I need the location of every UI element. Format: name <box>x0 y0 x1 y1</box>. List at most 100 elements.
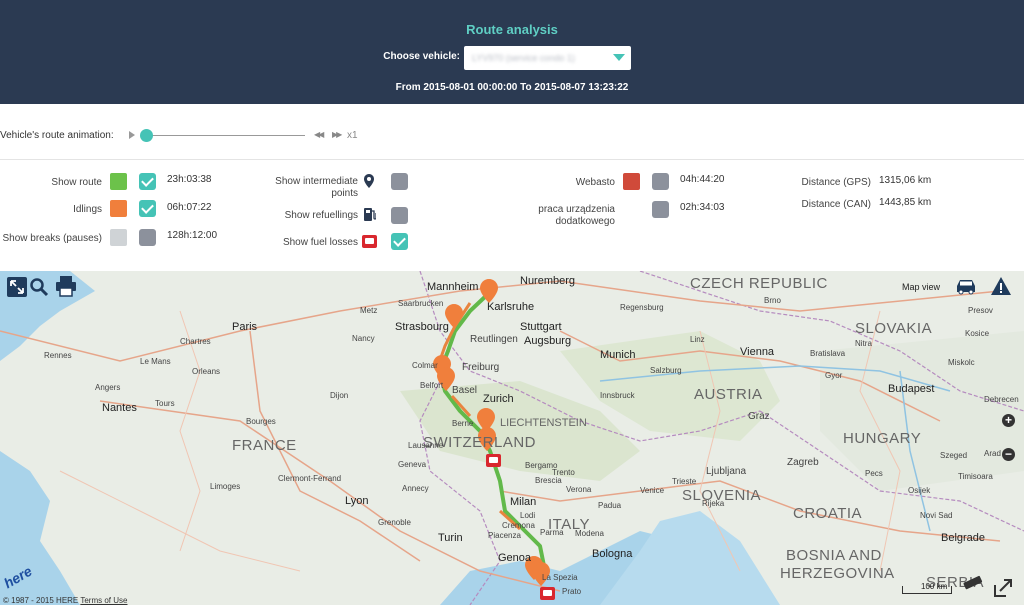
intermediate-points-label: Show intermediate points <box>250 176 358 200</box>
idling-marker[interactable] <box>480 279 498 303</box>
map-label-city: Nitra <box>855 339 872 348</box>
map-label-city: Saarbrucken <box>398 299 444 308</box>
zoom-in-icon[interactable]: + <box>1002 414 1015 427</box>
zoom-out-icon[interactable]: − <box>1002 448 1015 461</box>
map-label-city: Reutlingen <box>470 334 518 345</box>
map-label-country: AUSTRIA <box>694 386 763 403</box>
map-label-city: Piacenza <box>488 531 521 540</box>
map-label-city: Cremona <box>502 521 535 530</box>
map-label-city: Turin <box>438 532 463 544</box>
map-label-city: Pecs <box>865 469 883 478</box>
fuel-pump-icon <box>364 208 376 221</box>
map-label-city: Grenoble <box>378 518 411 527</box>
aux-device-checkbox[interactable] <box>652 201 669 218</box>
map-label-city: Annecy <box>402 484 429 493</box>
fuel-losses-checkbox[interactable] <box>391 233 408 250</box>
map-label-city: Linz <box>690 335 705 344</box>
route-color-swatch <box>110 173 127 190</box>
intermediate-points-checkbox[interactable] <box>391 173 408 190</box>
vehicle-icon[interactable] <box>955 277 977 295</box>
map-label-city: Tours <box>155 399 175 408</box>
play-icon[interactable] <box>129 131 135 139</box>
vehicle-label: Choose vehicle: <box>383 51 460 62</box>
search-icon[interactable] <box>29 277 49 297</box>
map-label-city: Padua <box>598 501 622 510</box>
map-label-city: Modena <box>575 529 604 538</box>
rewind-icon[interactable]: ◀◀ <box>314 130 324 139</box>
map-label-city: Nuremberg <box>520 275 576 287</box>
show-route-checkbox[interactable] <box>139 173 156 190</box>
webasto-duration: 04h:44:20 <box>680 174 725 185</box>
fullscreen-icon[interactable] <box>7 277 27 297</box>
vehicle-select-value: LYV970 (service condo 1) <box>472 53 575 63</box>
expand-icon[interactable] <box>992 577 1014 599</box>
animation-slider-handle[interactable] <box>140 129 153 142</box>
animation-slider-track[interactable] <box>146 135 305 136</box>
map-label-city: Debrecen <box>984 395 1019 404</box>
map-label-city: Angers <box>95 383 121 392</box>
aux-device-duration: 02h:34:03 <box>680 202 725 213</box>
webasto-label: Webasto <box>575 177 615 188</box>
map-label-city: Salzburg <box>650 366 682 375</box>
breaks-checkbox[interactable] <box>139 229 156 246</box>
map-label-city: Munich <box>600 349 636 361</box>
map-label-city: Graz <box>748 411 770 422</box>
map-view-label[interactable]: Map view <box>902 282 940 292</box>
idlings-label: Idlings <box>73 204 102 215</box>
map-label-city: Lyon <box>345 495 369 507</box>
map-label-city: Budapest <box>888 383 935 395</box>
idlings-duration: 06h:07:22 <box>167 202 212 213</box>
map-scale-label: 100 km <box>921 582 948 591</box>
fast-forward-icon[interactable]: ▶▶ <box>332 130 342 139</box>
aux-device-label-line1: praca urządzenia <box>538 204 615 215</box>
map-label-city: Chartres <box>180 337 211 346</box>
intermediate-points-label-line2: points <box>331 188 358 199</box>
map-label-city: Zagreb <box>787 457 819 468</box>
fuel-loss-marker[interactable] <box>540 587 555 600</box>
map-label-city: Osijek <box>908 486 931 495</box>
page-title: Route analysis <box>466 22 558 37</box>
distance-can-value: 1443,85 km <box>879 197 932 208</box>
map-label-city: La Spezia <box>542 573 578 582</box>
map-label-city: Brescia <box>535 476 562 485</box>
terms-of-use-link[interactable]: Terms of Use <box>80 596 127 605</box>
route-map[interactable]: CZECH REPUBLIC SLOVAKIA AUSTRIA HUNGARY … <box>0 271 1024 605</box>
warning-icon[interactable] <box>990 276 1012 296</box>
map-label-city: Regensburg <box>620 303 664 312</box>
print-icon[interactable] <box>55 275 77 297</box>
fuel-loss-marker[interactable] <box>486 454 501 467</box>
breaks-color-swatch <box>110 229 127 246</box>
idlings-checkbox[interactable] <box>139 200 156 217</box>
webasto-checkbox[interactable] <box>652 173 669 190</box>
map-label-city: Bergamo <box>525 461 558 470</box>
animation-speed[interactable]: x1 <box>347 130 358 141</box>
map-label-city: Rennes <box>44 351 72 360</box>
map-label-city: Nantes <box>102 402 137 414</box>
map-label-city: Berne <box>452 419 474 428</box>
map-label-city: Genoa <box>498 552 532 564</box>
webasto-color-swatch <box>623 173 640 190</box>
map-label-city: Freiburg <box>462 362 500 373</box>
map-label-city: Verona <box>566 485 592 494</box>
vehicle-select[interactable]: LYV970 (service condo 1) <box>464 46 631 70</box>
copyright-text: © 1987 - 2015 HERE <box>3 596 79 605</box>
map-label-city: Lodi <box>520 511 536 520</box>
map-label-city: Geneva <box>398 460 427 469</box>
map-label-city: Karlsruhe <box>487 301 535 313</box>
map-label-city: Stuttgart <box>520 321 562 333</box>
map-scale: 100 km <box>902 582 952 594</box>
map-label-city: Szeged <box>940 451 968 460</box>
distance-can-label: Distance (CAN) <box>801 199 871 210</box>
map-label-city: Orleans <box>192 367 221 376</box>
map-label-city: Timisoara <box>958 472 993 481</box>
map-label-city: Brno <box>764 296 781 305</box>
map-label-city: Bratislava <box>810 349 846 358</box>
map-label-city: Kosice <box>965 329 990 338</box>
map-label-city: Trieste <box>672 477 697 486</box>
ruler-icon[interactable] <box>962 574 984 592</box>
aux-device-label-line2: dodatkowego <box>555 216 616 227</box>
refuellings-checkbox[interactable] <box>391 207 408 224</box>
map-label-city: Rijeka <box>702 499 725 508</box>
map-label-city: Paris <box>232 321 258 333</box>
map-label-city: Basel <box>452 385 478 396</box>
